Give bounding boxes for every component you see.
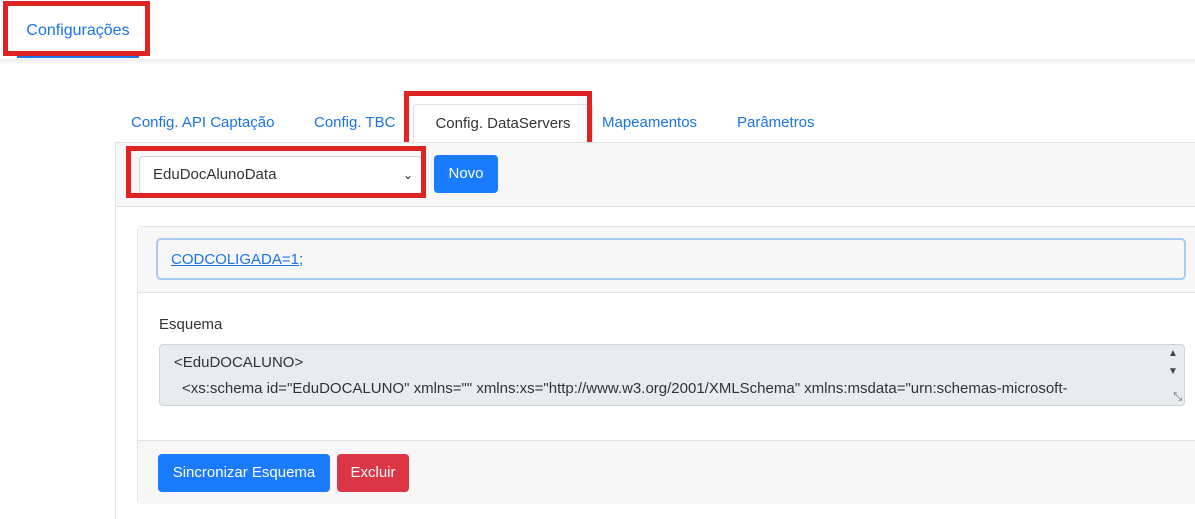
- dataserver-detail-card: CODCOLIGADA=1; Esquema <EduDOCALUNO> <xs…: [137, 226, 1195, 504]
- delete-button[interactable]: Excluir: [337, 454, 409, 492]
- dataserver-toolbar: EduDocAlunoData ⌄ Novo: [116, 143, 1195, 207]
- dataservers-panel: EduDocAlunoData ⌄ Novo CODCOLIGADA=1; Es…: [115, 142, 1195, 519]
- chevron-down-icon: ⌄: [402, 168, 413, 182]
- sync-schema-button[interactable]: Sincronizar Esquema: [158, 454, 330, 492]
- schema-label: Esquema: [159, 316, 223, 333]
- tab-configuracoes[interactable]: Configurações: [17, 18, 139, 48]
- dataserver-select-value: EduDocAlunoData: [153, 166, 277, 183]
- schema-text-line: <xs:schema id="EduDOCALUNO" xmlns="" xml…: [182, 380, 1068, 397]
- tab-config-dataservers[interactable]: Config. DataServers: [413, 104, 593, 143]
- top-navbar: Configurações: [0, 0, 1195, 59]
- tab-parametros[interactable]: Parâmetros: [737, 104, 815, 142]
- navbar-shadow: [0, 59, 1195, 65]
- config-tabs: Config. API Captação Config. TBC Config.…: [115, 104, 1195, 143]
- resize-handle-icon[interactable]: ⤡: [1173, 391, 1182, 404]
- tab-config-api-captacao[interactable]: Config. API Captação: [131, 104, 274, 142]
- schema-textarea[interactable]: <EduDOCALUNO> <xs:schema id="EduDOCALUNO…: [159, 344, 1185, 406]
- dataserver-select[interactable]: EduDocAlunoData ⌄: [139, 156, 422, 194]
- filter-value[interactable]: CODCOLIGADA=1;: [171, 251, 303, 268]
- active-tab-indicator: [17, 55, 139, 58]
- filter-section: CODCOLIGADA=1;: [138, 227, 1195, 293]
- schema-actions: Sincronizar Esquema Excluir: [138, 440, 1195, 504]
- scroll-down-arrow-icon[interactable]: ▼: [1168, 366, 1178, 377]
- scroll-up-arrow-icon[interactable]: ▲: [1168, 348, 1178, 359]
- tab-mapeamentos[interactable]: Mapeamentos: [602, 104, 697, 142]
- schema-text-line: <EduDOCALUNO>: [174, 354, 304, 371]
- filter-input[interactable]: CODCOLIGADA=1;: [156, 238, 1186, 280]
- new-button[interactable]: Novo: [434, 155, 498, 193]
- tab-config-tbc[interactable]: Config. TBC: [314, 104, 395, 142]
